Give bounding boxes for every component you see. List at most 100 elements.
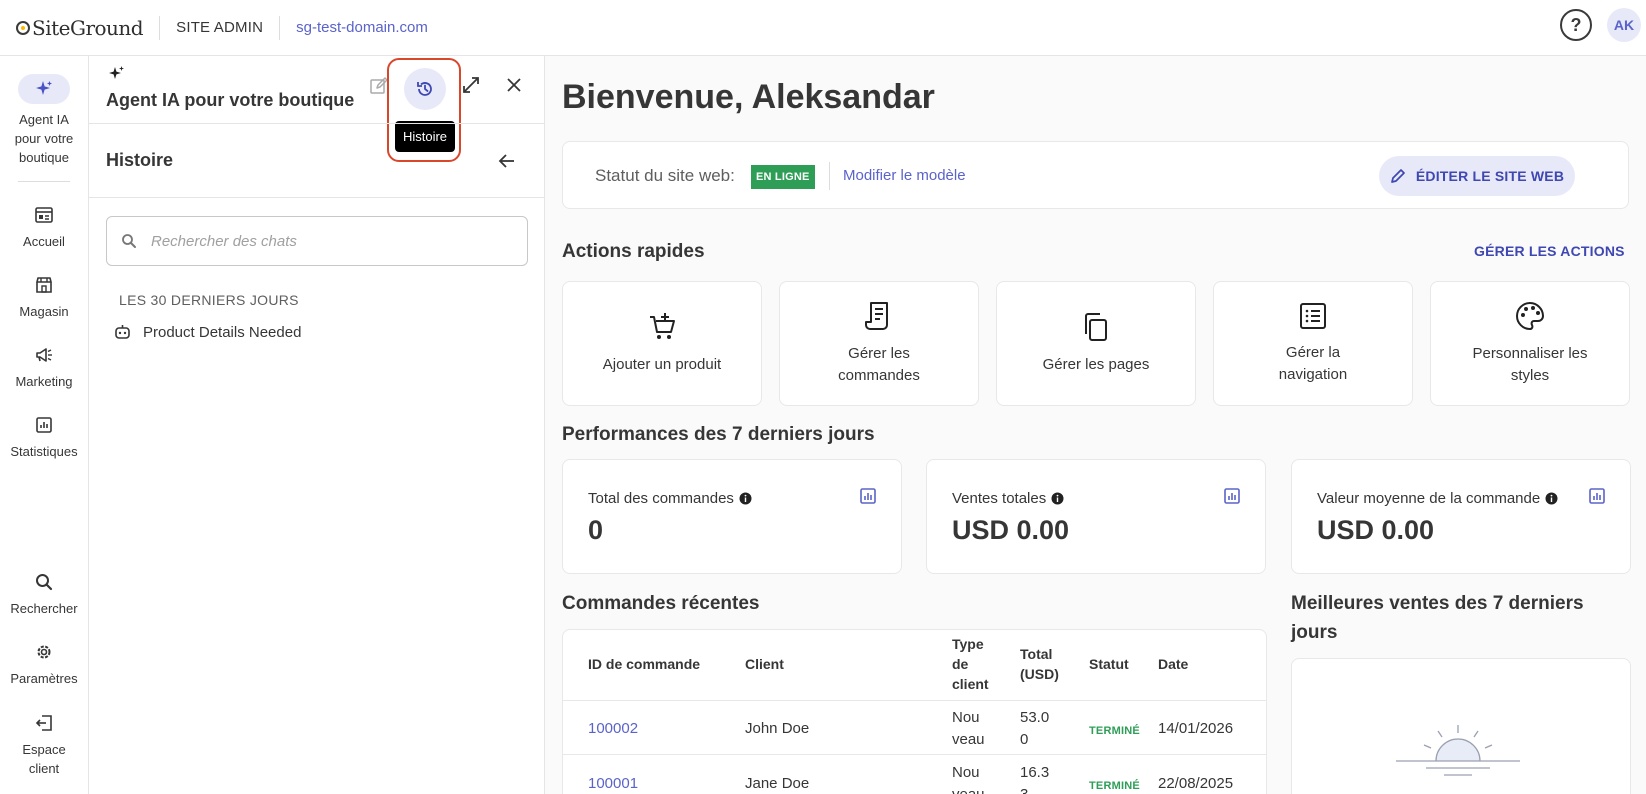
metric-card-total-sales: Ventes totales USD 0.00: [926, 459, 1266, 574]
chart-icon[interactable]: [1589, 488, 1605, 504]
quick-actions-title: Actions rapides: [562, 241, 705, 262]
modify-template-link[interactable]: Modifier le modèle: [843, 167, 966, 184]
store-icon: [33, 274, 55, 296]
column-header: Client: [745, 656, 784, 672]
rail-label: Rechercher: [10, 601, 78, 616]
chat-search-field[interactable]: [106, 216, 528, 266]
divider: [563, 754, 1266, 755]
divider: [89, 197, 544, 198]
sparkle-icon: [18, 74, 70, 104]
quick-action-manage-pages[interactable]: Gérer les pages: [996, 281, 1196, 406]
order-id-link[interactable]: 100001: [588, 773, 638, 794]
rail-item-marketing[interactable]: Marketing: [0, 344, 88, 391]
receipt-icon: [865, 301, 893, 331]
metric-value: USD 0.00: [952, 515, 1070, 545]
order-client: Jane Doe: [745, 775, 810, 792]
divider: [159, 15, 161, 40]
history-button[interactable]: [404, 68, 446, 110]
site-status-card: Statut du site web: EN LIGNE Modifier le…: [562, 141, 1629, 209]
metric-label: Valeur moyenne de la commande: [1317, 490, 1558, 507]
list-icon: [1299, 302, 1327, 330]
column-header: Statut: [1089, 656, 1129, 672]
metric-label: Total des commandes: [588, 490, 752, 507]
edit-site-button[interactable]: ÉDITER LE SITE WEB: [1379, 156, 1575, 196]
close-icon: [507, 78, 521, 92]
search-icon: [33, 571, 55, 593]
rail-item-statistiques[interactable]: Statistiques: [0, 414, 88, 461]
rail-item-espace-client[interactable]: Espace client: [0, 712, 88, 778]
info-icon[interactable]: [1051, 492, 1064, 505]
search-icon: [121, 233, 137, 249]
column-header: Total (USD): [1020, 646, 1059, 682]
palette-icon: [1515, 301, 1545, 331]
metric-label-text: Valeur moyenne de la commande: [1317, 490, 1541, 507]
avatar[interactable]: AK: [1607, 8, 1641, 42]
gear-icon: [33, 641, 55, 663]
column-header: Type de client: [952, 636, 989, 692]
robot-icon: [114, 324, 131, 341]
page-title: Bienvenue, Aleksandar: [562, 78, 935, 116]
metric-value: USD 0.00: [1317, 515, 1435, 545]
megaphone-icon: [33, 344, 55, 366]
order-client: John Doe: [745, 720, 810, 737]
info-icon[interactable]: [1545, 492, 1558, 505]
top-bar: SiteGround SITE ADMIN sg-test-domain.com…: [0, 0, 1646, 56]
rail-item-ai-agent[interactable]: Agent IA pour votre boutique: [0, 74, 88, 167]
cart-add-icon: [647, 312, 677, 342]
rail-label: Paramètres: [10, 671, 78, 686]
divider: [279, 15, 281, 40]
section-label: LES 30 DERNIERS JOURS: [119, 292, 299, 308]
dashboard-icon: [33, 204, 55, 226]
rail-divider: [18, 181, 70, 182]
column-header: ID de commande: [588, 656, 701, 672]
quick-action-manage-orders[interactable]: Gérer les commandes: [779, 281, 979, 406]
rail-label: Magasin: [19, 304, 69, 319]
site-admin-label: SITE ADMIN: [176, 19, 264, 36]
manage-actions-link[interactable]: GÉRER LES ACTIONS: [1474, 243, 1625, 259]
metric-card-avg-order-value: Valeur moyenne de la commande USD 0.00: [1291, 459, 1631, 574]
quick-action-customize-styles[interactable]: Personnaliser les styles: [1430, 281, 1630, 406]
order-id-link[interactable]: 100002: [588, 718, 638, 740]
rail-label: Accueil: [23, 234, 65, 249]
quick-action-manage-navigation[interactable]: Gérer la navigation: [1213, 281, 1413, 406]
order-client-type: Nou veau: [952, 764, 985, 794]
rail-item-rechercher[interactable]: Rechercher: [0, 571, 88, 618]
close-panel-button[interactable]: [505, 76, 523, 99]
rail-item-magasin[interactable]: Magasin: [0, 274, 88, 321]
order-date: 22/08/2025: [1158, 775, 1234, 792]
expand-button[interactable]: [461, 75, 481, 100]
recent-orders-table: ID de commande Client Type de client Tot…: [562, 629, 1267, 794]
metric-value: 0: [588, 515, 604, 545]
rail-item-parametres[interactable]: Paramètres: [0, 641, 88, 688]
best-sellers-title: Meilleures ventes des 7 derniers jours: [1291, 593, 1584, 643]
recent-orders-title: Commandes récentes: [562, 593, 760, 614]
new-chat-button[interactable]: [369, 76, 389, 101]
chat-list-item[interactable]: Product Details Needed: [114, 324, 301, 341]
metric-label-text: Total des commandes: [588, 490, 734, 507]
column-header: Date: [1158, 656, 1189, 672]
ai-agent-panel: Agent IA pour votre boutique Histoire Hi…: [89, 56, 545, 794]
siteground-logo[interactable]: SiteGround: [16, 0, 144, 56]
info-icon[interactable]: [739, 492, 752, 505]
order-status: TERMINÉ: [1089, 725, 1140, 737]
history-icon: [417, 82, 432, 96]
chart-icon[interactable]: [860, 488, 876, 504]
stats-icon: [33, 414, 55, 436]
sparkle-icon: [107, 64, 127, 89]
performance-title: Performances des 7 derniers jours: [562, 424, 875, 445]
rail-item-accueil[interactable]: Accueil: [0, 204, 88, 251]
chat-search-input[interactable]: [151, 232, 511, 250]
order-total: 16.3 3: [1020, 764, 1050, 794]
back-button[interactable]: [497, 151, 517, 176]
left-rail: Agent IA pour votre boutique Accueil Mag…: [0, 56, 89, 794]
quick-action-add-product[interactable]: Ajouter un produit: [562, 281, 762, 406]
divider: [563, 700, 1266, 701]
quick-action-label: Gérer la navigation: [1278, 343, 1348, 383]
domain-link[interactable]: sg-test-domain.com: [296, 19, 428, 36]
expand-icon: [463, 77, 479, 93]
help-button[interactable]: ?: [1560, 9, 1592, 41]
order-total: 53.0 0: [1020, 709, 1050, 748]
chat-title: Product Details Needed: [143, 324, 302, 341]
quick-action-label: Gérer les commandes: [838, 344, 920, 384]
chart-icon[interactable]: [1224, 488, 1240, 504]
